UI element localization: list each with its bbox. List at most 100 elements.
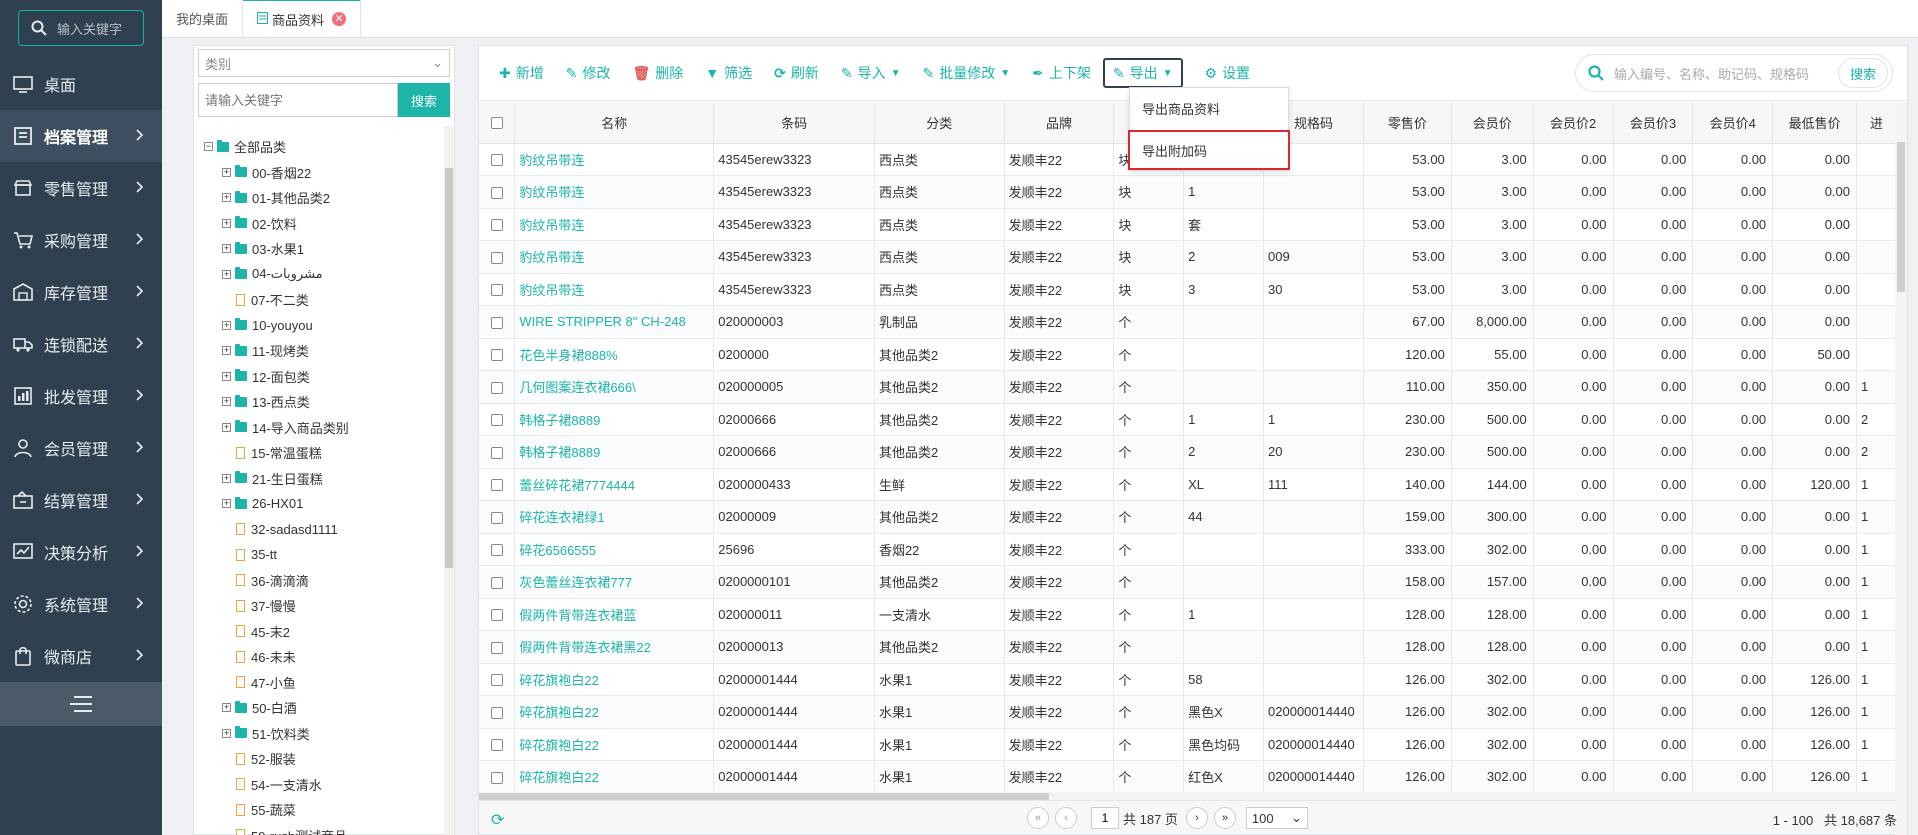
checkbox[interactable] [490, 771, 503, 784]
table-vertical-scrollbar[interactable] [1895, 102, 1907, 835]
vertical-scrollbar-thumb[interactable] [1897, 142, 1905, 292]
table-row[interactable]: WIRE STRIPPER 8" CH-248 020000003 乳制品 发顺丰22… [479, 305, 1897, 339]
toolbar-button-0[interactable]: ✚ 新增 [499, 63, 544, 83]
category-search-button[interactable]: 搜索 [398, 83, 450, 117]
tree-node[interactable]: +13-西点类 [194, 389, 444, 415]
product-name-link[interactable]: 豹纹吊带连 [514, 143, 715, 176]
tree-node[interactable]: +14-导入商品类别 [194, 415, 444, 441]
refresh-icon[interactable]: ⟳ [491, 810, 504, 830]
tree-scrollbar[interactable] [444, 126, 454, 835]
row-checkbox[interactable] [479, 273, 516, 306]
product-name-link[interactable]: 灰色蕾丝连衣裙777 [514, 565, 715, 599]
toolbar-button-9[interactable]: ⚙ 设置 [1205, 63, 1251, 83]
table-row[interactable]: 碎花6566555 25696 香烟22 发顺丰22 个 333.00 302.00 0.00… [479, 533, 1897, 566]
row-checkbox[interactable] [479, 728, 516, 761]
page-size-select[interactable]: 100 ⌄ [1245, 807, 1308, 829]
sidebar-item-7[interactable]: 会员管理 [0, 422, 162, 474]
product-name-link[interactable]: 韩格子裙8889 [514, 435, 715, 469]
table-row[interactable]: 碎花旗袍白22 02000001444 水果1 发顺丰22 个黑色X 0200000144… [479, 695, 1897, 729]
tree-node[interactable]: +03-水果1 [194, 236, 444, 262]
sidebar-search-input[interactable]: 输入关键字 [18, 10, 144, 46]
toolbar-button-5[interactable]: ✎ 导入 ▼ [841, 63, 901, 83]
toolbar-button-6[interactable]: ✎ 批量修改 ▼ [922, 63, 1010, 83]
sidebar-item-1[interactable]: 档案管理 [0, 110, 162, 162]
product-name-link[interactable]: WIRE STRIPPER 8" CH-248 [514, 305, 715, 339]
product-name-link[interactable]: 几何图案连衣裙666\ [514, 370, 715, 404]
expand-toggle-icon[interactable]: + [222, 703, 231, 713]
product-name-link[interactable]: 豹纹吊带连 [514, 240, 715, 274]
tree-node[interactable]: 47-小鱼 [194, 670, 444, 696]
page-number-input[interactable] [1091, 807, 1119, 829]
row-checkbox[interactable] [479, 240, 516, 274]
table-row[interactable]: 假两件背带连衣裙蓝 020000011 一支清水 发顺丰22 个 1 128.00 128.0… [479, 598, 1897, 631]
row-checkbox[interactable] [479, 695, 516, 729]
tab-desktop[interactable]: 我的桌面 [162, 0, 244, 37]
checkbox[interactable] [490, 186, 503, 199]
checkbox[interactable] [490, 446, 503, 459]
tree-node[interactable]: +11-现烤类 [194, 338, 444, 364]
category-select[interactable]: 类别 ⌄ [198, 49, 450, 77]
export-barcode-item[interactable]: 导出附加码 [1128, 130, 1290, 170]
table-row[interactable]: 碎花旗袍白22 02000001444 水果1 发顺丰22 个黑色均码 020000014… [479, 728, 1897, 761]
tree-node[interactable]: +21-生日蛋糕 [194, 466, 444, 492]
checkbox[interactable] [490, 284, 503, 297]
prev-page-button[interactable]: ‹ [1055, 807, 1077, 829]
tree-node[interactable]: 07-不二类 [194, 287, 444, 313]
sidebar-item-0[interactable]: 桌面 [0, 58, 162, 110]
table-row[interactable]: 假两件背带连衣裙黑22 020000013 其他品类2 发顺丰22 个 128.00 128… [479, 630, 1897, 664]
tree-node[interactable]: +12-面包类 [194, 364, 444, 390]
checkbox[interactable] [490, 414, 503, 427]
expand-toggle-icon[interactable]: + [222, 422, 231, 432]
tree-node[interactable]: 45-末2 [194, 619, 444, 645]
row-checkbox[interactable] [479, 533, 516, 566]
checkbox[interactable] [490, 479, 503, 492]
toolbar-button-8[interactable]: ✎ 导出 ▼ [1102, 58, 1183, 88]
tree-node[interactable]: +26-HX01 [194, 491, 444, 517]
table-row[interactable]: 豹纹吊带连 43545erew3323 西点类 发顺丰22 块套 53.00 3.00 0.0… [479, 208, 1897, 241]
product-name-link[interactable]: 碎花旗袍白22 [514, 760, 715, 792]
row-checkbox[interactable] [479, 175, 516, 209]
table-row[interactable]: 碎花旗袍白22 02000001444 水果1 发顺丰22 个红色X 0200000144… [479, 760, 1897, 792]
product-name-link[interactable]: 碎花旗袍白22 [514, 695, 715, 729]
tree-node[interactable]: 54-一支清水 [194, 772, 444, 798]
tree-node[interactable]: 46-未未 [194, 644, 444, 670]
next-page-button[interactable]: › [1185, 807, 1208, 829]
product-name-link[interactable]: 豹纹吊带连 [514, 273, 715, 306]
table-row[interactable]: 豹纹吊带连 43545erew3323 西点类 发顺丰22 块 2 009 53.00 3.00… [479, 240, 1897, 274]
expand-toggle-icon[interactable]: + [222, 346, 231, 356]
sidebar-item-4[interactable]: 库存管理 [0, 266, 162, 318]
expand-toggle-icon[interactable]: + [222, 244, 231, 254]
tree-node[interactable]: 37-慢慢 [194, 593, 444, 619]
checkbox[interactable] [490, 349, 503, 362]
product-name-link[interactable]: 碎花6566555 [514, 533, 715, 566]
tree-node[interactable]: +02-饮料 [194, 211, 444, 237]
table-row[interactable]: 韩格子裙8889 02000666 其他品类2 发顺丰22 个 1 1 230.00 500.0… [479, 403, 1897, 436]
expand-toggle-icon[interactable]: + [222, 269, 231, 279]
row-checkbox[interactable] [479, 760, 516, 792]
tree-node[interactable]: 36-滴滴滴 [194, 568, 444, 594]
product-name-link[interactable]: 碎花连衣裙绿1 [514, 500, 715, 534]
select-all-checkbox[interactable] [479, 102, 516, 144]
sidebar-item-8[interactable]: 结算管理 [0, 474, 162, 526]
tree-node[interactable]: 52-服装 [194, 746, 444, 772]
row-checkbox[interactable] [479, 435, 516, 469]
sidebar-item-2[interactable]: 零售管理 [0, 162, 162, 214]
checkbox[interactable] [490, 219, 503, 232]
toolbar-button-7[interactable]: ✒ 上下架 [1032, 63, 1091, 83]
sidebar-item-3[interactable]: 采购管理 [0, 214, 162, 266]
checkbox[interactable] [490, 609, 503, 622]
checkbox[interactable] [490, 251, 503, 264]
row-checkbox[interactable] [479, 663, 516, 696]
row-checkbox[interactable] [479, 403, 516, 436]
tree-node[interactable]: +10-youyou [194, 313, 444, 339]
product-name-link[interactable]: 碎花旗袍白22 [514, 728, 715, 761]
row-checkbox[interactable] [479, 305, 516, 339]
tree-node[interactable]: 35-tt [194, 542, 444, 568]
sidebar-item-11[interactable]: 微商店 [0, 630, 162, 682]
tree-node[interactable]: 59-rush测试商品 [194, 823, 444, 835]
row-checkbox[interactable] [479, 500, 516, 534]
table-row[interactable]: 韩格子裙8889 02000666 其他品类2 发顺丰22 个 2 20 230.00 500.… [479, 435, 1897, 469]
toolbar-button-2[interactable]: 🗑 删除 [632, 63, 683, 83]
product-name-link[interactable]: 假两件背带连衣裙黑22 [514, 630, 715, 664]
row-checkbox[interactable] [479, 598, 516, 631]
